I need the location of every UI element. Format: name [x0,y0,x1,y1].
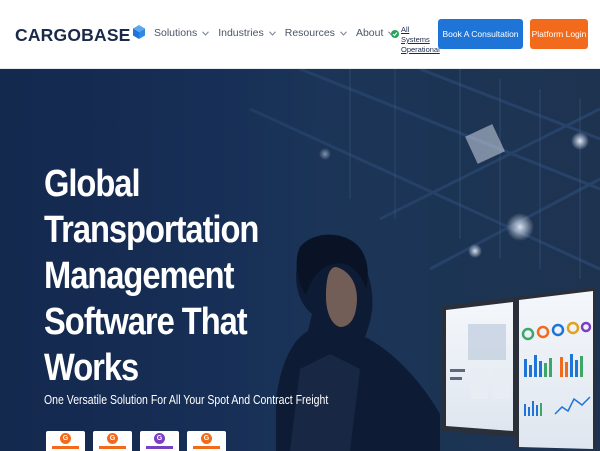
chevron-down-icon [268,30,276,36]
hero-section: Global Transportation Management Softwar… [0,69,600,451]
headline-line: Management [44,255,234,297]
chevron-down-icon [202,30,210,36]
headline-line: Software That [44,301,248,343]
hero-headline: Global Transportation Management Softwar… [44,161,268,391]
nav-label: Resources [284,27,335,39]
cargobase-logo[interactable]: CARGOBASE [15,25,145,45]
dashboard-monitors [442,287,596,449]
status-line-1: All Systems [401,25,430,44]
nav-solutions[interactable]: Solutions [154,27,210,39]
nav-industries[interactable]: Industries [218,27,276,39]
status-line-2: Operational [401,45,440,54]
g2-badge-icon: G [187,431,226,451]
g2-badge-icon: G [46,431,85,451]
logo-cube-icon [132,25,145,39]
g2-badge-icon: G [140,431,179,451]
g2-badge-icon: G [93,431,132,451]
headline-line: Works [44,347,139,389]
chevron-down-icon [340,30,347,36]
award-badges: G G G G [46,431,234,451]
headline-line: Global [44,163,141,205]
check-circle-icon [391,30,399,38]
headline-line: Transportation [44,209,259,251]
nav-label: Industries [218,27,264,39]
nav-label: About [355,27,384,39]
hero-subtitle: One Versatile Solution For All Your Spot… [44,393,329,407]
site-header: CARGOBASE Solutions Industries Resources… [0,0,600,69]
book-consultation-button[interactable]: Book A Consultation [438,19,523,49]
system-status-text[interactable]: All Systems Operational [401,25,440,55]
nav-about[interactable]: About [355,27,396,39]
logo-wordmark: CARGOBASE [15,24,131,45]
platform-login-button[interactable]: Platform Login [530,19,588,49]
nav-resources[interactable]: Resources [285,27,347,39]
nav-label: Solutions [154,27,198,39]
system-status-link[interactable]: All Systems Operational [391,25,440,55]
main-nav: Solutions Industries Resources About [154,27,404,39]
